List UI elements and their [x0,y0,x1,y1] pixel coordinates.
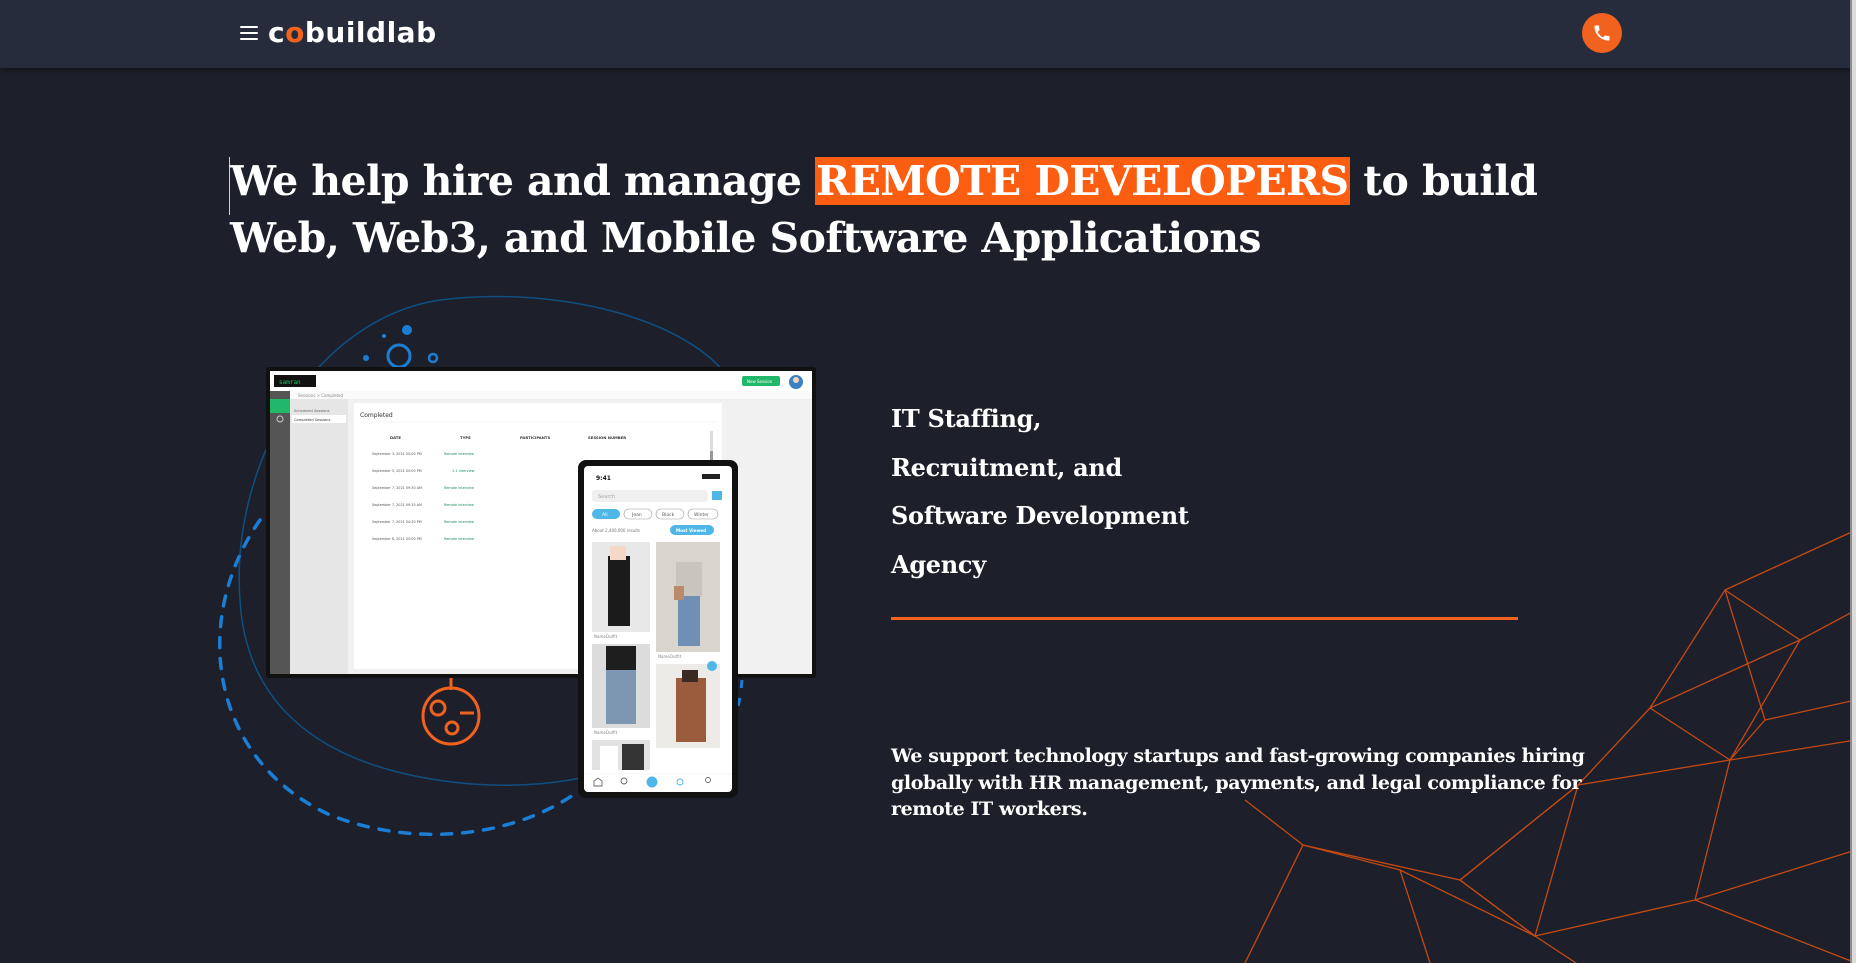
photo-1-caption: NameOutfit [594,634,618,639]
tab-add-icon [646,776,658,788]
mobile-tab-bar [593,776,711,788]
orange-dial-icon [421,678,481,746]
blue-dot-tiny [363,355,369,361]
tab-chat-icon [676,778,684,786]
services-list: IT Staffing, Recruitment, and Software D… [891,395,1491,589]
col-type: TYPE [460,435,471,440]
mobile-search-placeholder: Search [598,494,615,500]
row-4-type: Remote interview [444,503,474,507]
service-recruitment: Recruitment, and [891,452,1123,482]
row-6-date: September 8, 2021 05:00 PM [372,537,422,541]
sidebar-completed: Completed Sessions [294,418,330,422]
row-6-type: Remote interview [444,537,474,541]
favorite-icon [707,661,717,671]
col-participants: PARTICIPANTS [520,435,550,440]
photo-3-caption: NameOutfit [594,730,618,735]
row-4-date: September 7, 2021 09:35 AM [372,503,422,507]
row-1-date: September 3, 2021 05:00 PM [372,452,422,456]
chip-black-label: Black [662,512,675,518]
blue-dot-small [402,325,412,335]
row-3-date: September 7, 2021 09:30 AM [372,486,422,490]
blue-dot-right [427,352,439,364]
chip-winter-label: Winter [694,512,709,518]
row-1-type: Remote interview [444,452,474,456]
tab-search-icon [620,777,628,785]
mobile-results-count: About 2,400,000 results [592,528,640,533]
chip-jean-label: Jean [631,512,642,518]
col-date: DATE [390,435,401,440]
mobile-time: 9:41 [596,475,611,482]
service-agency: Agency [891,549,986,579]
tab-home-icon [593,777,603,787]
chip-all-label: All [602,512,608,518]
service-software-development: Software Development [891,501,1189,530]
top-navigation-bar: cobuildlab [0,0,1856,68]
phone-icon [1594,25,1610,41]
row-5-date: September 7, 2021 04:30 PM [372,520,422,524]
row-3-type: Remote interview [444,486,474,490]
desktop-sidebar [290,399,348,674]
row-2-type: 1-1 Interview [452,469,475,473]
new-session-label: New Session [747,379,773,384]
desktop-breadcrumb: Sessions > Completed [298,393,344,398]
blue-dot-left [382,334,386,338]
most-viewed-label: Most Viewed [676,528,706,533]
desktop-brand-logo: samran [279,379,301,386]
col-session-number: SESSION NUMBER [588,435,626,440]
row-2-date: September 5, 2021 05:00 PM [372,469,422,473]
cobuildlab-logo[interactable]: cobuildlab [268,13,437,53]
blue-ring [386,343,412,369]
row-5-type: Remote interview [444,520,474,524]
content-title: Completed [360,412,393,419]
mobile-screen: 9:41 Search All Jean Black Winter About … [584,466,732,792]
mobile-app-mockup: 9:41 Search All Jean Black Winter About … [578,460,738,798]
mobile-screen-drawing: 9:41 Search All Jean Black Winter About … [584,474,732,788]
scrollbar-edge [1852,0,1856,963]
icon-rail [270,391,290,674]
photo-2-caption: NameOutfit [658,654,682,659]
hamburger-menu-icon[interactable] [240,26,258,40]
tab-profile-icon [705,777,711,783]
orange-divider [891,617,1518,620]
sidebar-scheduled: Scheduled Sessions [294,409,330,413]
service-it-staffing: IT Staffing, [891,404,1042,433]
call-button[interactable] [1582,13,1622,53]
hero-description: We support technology startups and fast-… [891,745,1585,820]
